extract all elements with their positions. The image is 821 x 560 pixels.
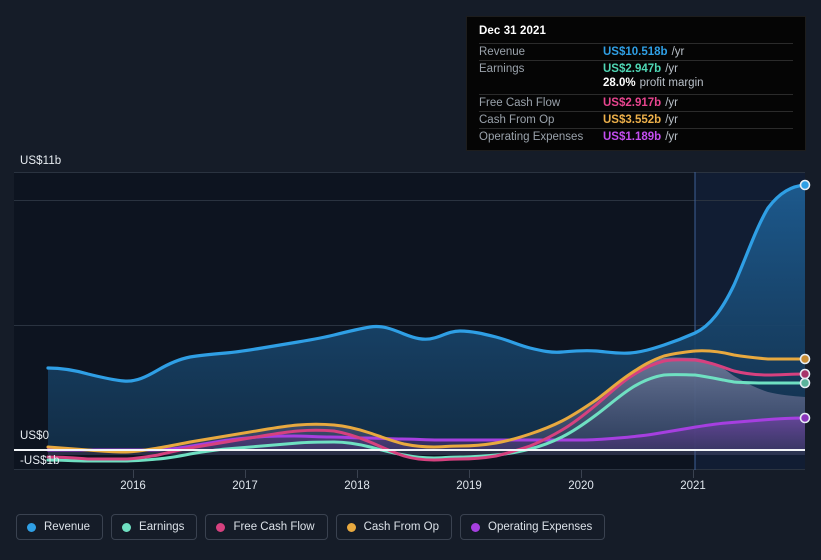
tooltip-value-operating-expenses: US$1.189b: [603, 131, 662, 143]
legend-dot-revenue-icon: [27, 522, 36, 532]
tooltip-label-operating-expenses: Operating Expenses: [479, 131, 584, 143]
x-tick-marks: [133, 470, 694, 478]
tooltip-unit-earnings: /yr: [665, 63, 678, 75]
cash-from-op-endpoint-marker: [799, 353, 811, 365]
legend-dot-earnings-icon: [122, 522, 132, 532]
tooltip-row-free-cash-flow: Free Cash Flow US$2.917b /yr: [479, 94, 793, 111]
x-axis-label-2020: 2020: [568, 480, 594, 492]
tooltip-label-free-cash-flow: Free Cash Flow: [479, 97, 561, 109]
y-axis-label-top: US$11b: [20, 155, 62, 167]
legend-item-cash-from-op[interactable]: Cash From Op: [335, 514, 453, 540]
chart-page: US$11b US$0 -US$1b 2016 2017 2018 2019 2…: [0, 0, 821, 560]
legend-label-revenue: Revenue: [44, 521, 91, 533]
legend-label-cash-from-op: Cash From Op: [363, 521, 440, 533]
tooltip-value-earnings: US$2.947b: [603, 63, 662, 75]
free-cash-flow-endpoint-marker: [799, 368, 811, 380]
legend-label-earnings: Earnings: [139, 521, 185, 533]
legend-dot-free-cash-flow-icon: [216, 522, 226, 532]
tooltip-row-operating-expenses: Operating Expenses US$1.189b /yr: [479, 128, 793, 145]
legend-label-free-cash-flow: Free Cash Flow: [233, 521, 315, 533]
chart-legend: Revenue Earnings Free Cash Flow Cash Fro…: [16, 514, 606, 540]
tooltip-unit-cash-from-op: /yr: [665, 114, 678, 126]
tooltip-row-cash-from-op: Cash From Op US$3.552b /yr: [479, 111, 793, 128]
tooltip-date: Dec 31 2021: [479, 25, 546, 37]
x-axis-label-2017: 2017: [232, 480, 258, 492]
tooltip-row-earnings: Earnings US$2.947b /yr: [479, 60, 793, 77]
legend-item-operating-expenses[interactable]: Operating Expenses: [460, 514, 606, 540]
legend-dot-operating-expenses-icon: [471, 522, 481, 532]
tooltip-value-cash-from-op: US$3.552b: [603, 114, 662, 126]
chart-tooltip: Dec 31 2021 Revenue US$10.518b /yr Earni…: [467, 17, 805, 150]
tooltip-value-free-cash-flow: US$2.917b: [603, 97, 662, 109]
y-axis-label-negative: -US$1b: [20, 455, 60, 467]
tooltip-unit-free-cash-flow: /yr: [665, 97, 678, 109]
revenue-endpoint-marker: [799, 179, 811, 191]
legend-item-earnings[interactable]: Earnings: [111, 514, 198, 540]
x-axis-label-2019: 2019: [456, 480, 482, 492]
tooltip-label-earnings: Earnings: [479, 63, 525, 75]
legend-label-operating-expenses: Operating Expenses: [488, 521, 593, 533]
tooltip-value-profit-margin: 28.0%: [603, 77, 636, 89]
tooltip-value-revenue: US$10.518b: [603, 46, 668, 58]
x-axis-label-2016: 2016: [120, 480, 146, 492]
tooltip-label-revenue: Revenue: [479, 46, 526, 58]
tooltip-row-revenue: Revenue US$10.518b /yr: [479, 43, 793, 60]
legend-item-free-cash-flow[interactable]: Free Cash Flow: [205, 514, 328, 540]
tooltip-unit-profit-margin: profit margin: [639, 77, 704, 89]
legend-dot-cash-from-op-icon: [346, 522, 356, 532]
earnings-endpoint-marker: [799, 377, 811, 389]
tooltip-unit-operating-expenses: /yr: [665, 131, 678, 143]
tooltip-row-profit-margin: 28.0% profit margin: [479, 77, 793, 94]
tooltip-unit-revenue: /yr: [671, 46, 685, 58]
operating-expenses-endpoint-marker: [799, 412, 811, 424]
tooltip-label-cash-from-op: Cash From Op: [479, 114, 555, 126]
x-axis-label-2018: 2018: [344, 480, 370, 492]
x-axis-label-2021: 2021: [680, 480, 706, 492]
y-axis-label-zero: US$0: [20, 430, 50, 442]
legend-item-revenue[interactable]: Revenue: [16, 514, 104, 540]
